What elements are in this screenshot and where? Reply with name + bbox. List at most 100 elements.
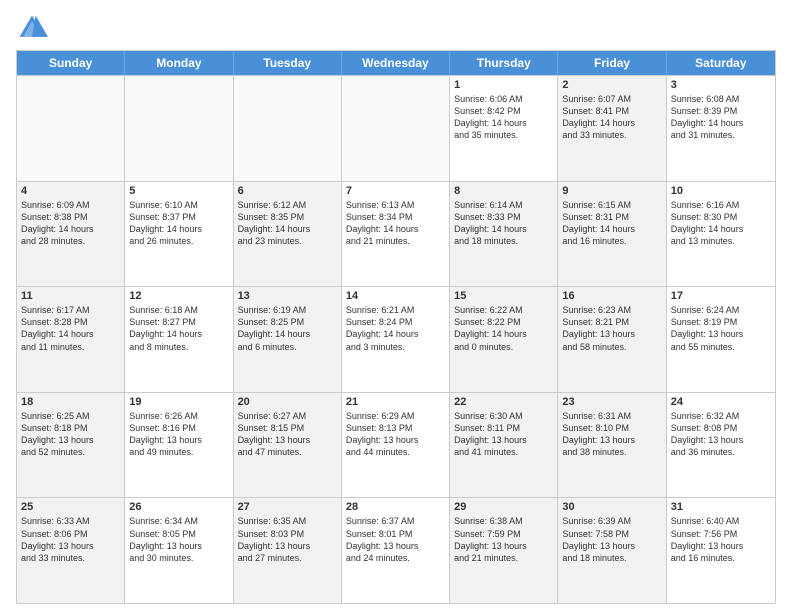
day-of-week-sunday: Sunday (17, 51, 125, 75)
cal-cell: 21 Sunrise: 6:29 AM Sunset: 8:13 PM Dayli… (342, 393, 450, 498)
cell-info: Sunrise: 6:25 AM Sunset: 8:18 PM Dayligh… (21, 410, 120, 459)
day-number: 9 (562, 185, 661, 197)
cell-info: Sunrise: 6:27 AM Sunset: 8:15 PM Dayligh… (238, 410, 337, 459)
day-number: 10 (671, 185, 771, 197)
cal-cell: 25 Sunrise: 6:33 AM Sunset: 8:06 PM Dayli… (17, 498, 125, 603)
cell-info: Sunrise: 6:39 AM Sunset: 7:58 PM Dayligh… (562, 515, 661, 564)
calendar-body: 1 Sunrise: 6:06 AM Sunset: 8:42 PM Daylig… (17, 75, 775, 603)
cal-cell (234, 76, 342, 181)
cal-cell: 27 Sunrise: 6:35 AM Sunset: 8:03 PM Dayli… (234, 498, 342, 603)
cal-cell (342, 76, 450, 181)
week-row-4: 18 Sunrise: 6:25 AM Sunset: 8:18 PM Dayli… (17, 392, 775, 498)
day-number: 24 (671, 396, 771, 408)
day-number: 27 (238, 501, 337, 513)
cal-cell: 15Sunrise: 6:22 AM Sunset: 8:22 PM Dayli… (450, 287, 558, 392)
cal-cell: 14 Sunrise: 6:21 AM Sunset: 8:24 PM Dayli… (342, 287, 450, 392)
week-row-5: 25 Sunrise: 6:33 AM Sunset: 8:06 PM Dayli… (17, 497, 775, 603)
cell-info: Sunrise: 6:17 AM Sunset: 8:28 PM Dayligh… (21, 304, 120, 353)
day-number: 21 (346, 396, 445, 408)
day-of-week-monday: Monday (125, 51, 233, 75)
day-number: 26 (129, 501, 228, 513)
cell-info: Sunrise: 6:08 AM Sunset: 8:39 PM Dayligh… (671, 93, 771, 142)
day-number: 18 (21, 396, 120, 408)
cell-info: Sunrise: 6:16 AM Sunset: 8:30 PM Dayligh… (671, 199, 771, 248)
day-number: 7 (346, 185, 445, 197)
cal-cell: 31 Sunrise: 6:40 AM Sunset: 7:56 PM Dayli… (667, 498, 775, 603)
day-number: 11 (21, 290, 120, 302)
cal-cell: 10 Sunrise: 6:16 AM Sunset: 8:30 PM Dayli… (667, 182, 775, 287)
day-number: 5 (129, 185, 228, 197)
cell-info: Sunrise: 6:35 AM Sunset: 8:03 PM Dayligh… (238, 515, 337, 564)
day-of-week-wednesday: Wednesday (342, 51, 450, 75)
day-of-week-saturday: Saturday (667, 51, 775, 75)
cell-info: Sunrise: 6:26 AM Sunset: 8:16 PM Dayligh… (129, 410, 228, 459)
day-number: 22 (454, 396, 553, 408)
logo (16, 12, 52, 44)
day-number: 16 (562, 290, 661, 302)
day-number: 15 (454, 290, 553, 302)
cal-cell: 8 Sunrise: 6:14 AM Sunset: 8:33 PM Daylig… (450, 182, 558, 287)
cell-info: Sunrise: 6:34 AM Sunset: 8:05 PM Dayligh… (129, 515, 228, 564)
cell-info: Sunrise: 6:29 AM Sunset: 8:13 PM Dayligh… (346, 410, 445, 459)
cell-info: Sunrise: 6:18 AM Sunset: 8:27 PM Dayligh… (129, 304, 228, 353)
cell-info: Sunrise: 6:38 AM Sunset: 7:59 PM Dayligh… (454, 515, 553, 564)
cell-info: Sunrise: 6:14 AM Sunset: 8:33 PM Dayligh… (454, 199, 553, 248)
day-number: 17 (671, 290, 771, 302)
cell-info: Sunrise: 6:21 AM Sunset: 8:24 PM Dayligh… (346, 304, 445, 353)
cal-cell: 30 Sunrise: 6:39 AM Sunset: 7:58 PM Dayli… (558, 498, 666, 603)
day-number: 4 (21, 185, 120, 197)
cal-cell: 17 Sunrise: 6:24 AM Sunset: 8:19 PM Dayli… (667, 287, 775, 392)
cal-cell (17, 76, 125, 181)
cal-cell: 7Sunrise: 6:13 AM Sunset: 8:34 PM Daylig… (342, 182, 450, 287)
cell-info: Sunrise: 6:37 AM Sunset: 8:01 PM Dayligh… (346, 515, 445, 564)
day-number: 1 (454, 79, 553, 91)
cell-info: Sunrise: 6:33 AM Sunset: 8:06 PM Dayligh… (21, 515, 120, 564)
day-number: 14 (346, 290, 445, 302)
calendar: SundayMondayTuesdayWednesdayThursdayFrid… (16, 50, 776, 604)
day-number: 31 (671, 501, 771, 513)
day-number: 8 (454, 185, 553, 197)
cal-cell: 11 Sunrise: 6:17 AM Sunset: 8:28 PM Dayli… (17, 287, 125, 392)
day-of-week-friday: Friday (558, 51, 666, 75)
day-of-week-tuesday: Tuesday (234, 51, 342, 75)
cal-cell: 19Sunrise: 6:26 AM Sunset: 8:16 PM Dayli… (125, 393, 233, 498)
cal-cell: 12 Sunrise: 6:18 AM Sunset: 8:27 PM Dayli… (125, 287, 233, 392)
day-of-week-thursday: Thursday (450, 51, 558, 75)
day-number: 13 (238, 290, 337, 302)
cal-cell: 18 Sunrise: 6:25 AM Sunset: 8:18 PM Dayli… (17, 393, 125, 498)
week-row-1: 1 Sunrise: 6:06 AM Sunset: 8:42 PM Daylig… (17, 75, 775, 181)
page: SundayMondayTuesdayWednesdayThursdayFrid… (0, 0, 792, 612)
cell-info: Sunrise: 6:40 AM Sunset: 7:56 PM Dayligh… (671, 515, 771, 564)
cell-info: Sunrise: 6:09 AM Sunset: 8:38 PM Dayligh… (21, 199, 120, 248)
cal-cell: 26 Sunrise: 6:34 AM Sunset: 8:05 PM Dayli… (125, 498, 233, 603)
cal-cell: 24 Sunrise: 6:32 AM Sunset: 8:08 PM Dayli… (667, 393, 775, 498)
day-number: 6 (238, 185, 337, 197)
week-row-2: 4 Sunrise: 6:09 AM Sunset: 8:38 PM Daylig… (17, 181, 775, 287)
cell-info: Sunrise: 6:12 AM Sunset: 8:35 PM Dayligh… (238, 199, 337, 248)
cell-info: Sunrise: 6:06 AM Sunset: 8:42 PM Dayligh… (454, 93, 553, 142)
cal-cell: 28 Sunrise: 6:37 AM Sunset: 8:01 PM Dayli… (342, 498, 450, 603)
day-number: 28 (346, 501, 445, 513)
week-row-3: 11 Sunrise: 6:17 AM Sunset: 8:28 PM Dayli… (17, 286, 775, 392)
cal-cell: 29 Sunrise: 6:38 AM Sunset: 7:59 PM Dayli… (450, 498, 558, 603)
day-number: 12 (129, 290, 228, 302)
cal-cell: 13 Sunrise: 6:19 AM Sunset: 8:25 PM Dayli… (234, 287, 342, 392)
day-number: 2 (562, 79, 661, 91)
day-number: 20 (238, 396, 337, 408)
cal-cell: 22 Sunrise: 6:30 AM Sunset: 8:11 PM Dayli… (450, 393, 558, 498)
cell-info: Sunrise: 6:24 AM Sunset: 8:19 PM Dayligh… (671, 304, 771, 353)
cell-info: Sunrise: 6:30 AM Sunset: 8:11 PM Dayligh… (454, 410, 553, 459)
day-number: 30 (562, 501, 661, 513)
cell-info: Sunrise: 6:19 AM Sunset: 8:25 PM Dayligh… (238, 304, 337, 353)
day-number: 29 (454, 501, 553, 513)
cal-cell: 4 Sunrise: 6:09 AM Sunset: 8:38 PM Daylig… (17, 182, 125, 287)
day-number: 25 (21, 501, 120, 513)
cal-cell: 5 Sunrise: 6:10 AM Sunset: 8:37 PM Daylig… (125, 182, 233, 287)
cal-cell: 3 Sunrise: 6:08 AM Sunset: 8:39 PM Daylig… (667, 76, 775, 181)
cell-info: Sunrise: 6:32 AM Sunset: 8:08 PM Dayligh… (671, 410, 771, 459)
cell-info: Sunrise: 6:31 AM Sunset: 8:10 PM Dayligh… (562, 410, 661, 459)
cal-cell: 2Sunrise: 6:07 AM Sunset: 8:41 PM Daylig… (558, 76, 666, 181)
calendar-header: SundayMondayTuesdayWednesdayThursdayFrid… (17, 51, 775, 75)
cell-info: Sunrise: 6:10 AM Sunset: 8:37 PM Dayligh… (129, 199, 228, 248)
day-number: 3 (671, 79, 771, 91)
